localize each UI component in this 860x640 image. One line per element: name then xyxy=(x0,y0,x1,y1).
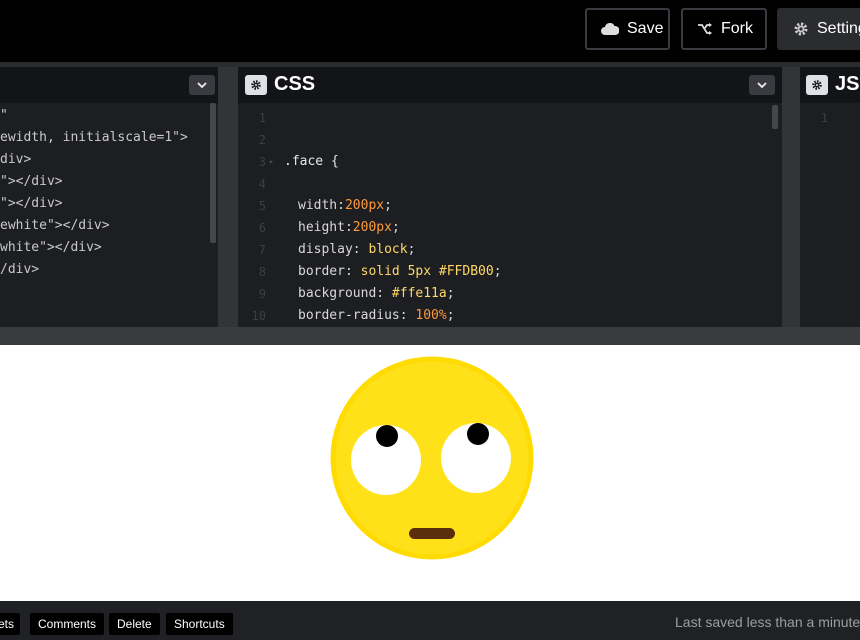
css-editor-dropdown[interactable] xyxy=(749,75,775,95)
line-number: 3 xyxy=(258,155,266,169)
line-number: 1 xyxy=(820,111,828,125)
css-property: background: xyxy=(298,286,392,301)
css-property: border: xyxy=(298,264,361,279)
css-editor-header: CSS xyxy=(238,67,782,103)
js-code-area[interactable]: 1 xyxy=(800,103,860,327)
top-toolbar: Save Fork Settings xyxy=(0,0,860,62)
preview-resize-bar[interactable] xyxy=(0,327,860,345)
gear-icon xyxy=(793,21,809,37)
code-text: .face { xyxy=(284,151,339,173)
code-text: /div> xyxy=(0,262,40,277)
css-semicolon: ; xyxy=(407,242,416,257)
right-pupil xyxy=(467,423,489,445)
gear-icon xyxy=(812,80,822,90)
fold-arrow-icon[interactable]: ▸ xyxy=(269,151,274,173)
chevron-down-icon xyxy=(197,82,207,88)
css-code-area[interactable]: 1 2 3 .face {▸ 4 5 width:200px; 6 height:200px; 7… xyxy=(238,103,782,327)
line-number: 4 xyxy=(258,177,266,191)
shortcuts-button[interactable]: Shortcuts xyxy=(166,613,233,635)
line-number: 9 xyxy=(258,287,266,301)
chevron-down-icon xyxy=(757,82,767,88)
line-number: 7 xyxy=(258,243,266,257)
js-settings-button[interactable] xyxy=(806,75,828,95)
html-editor-dropdown[interactable] xyxy=(189,75,215,95)
css-editor-panel[interactable]: CSS 1 2 3 .face {▸ 4 5 width:200px; 6 height:200… xyxy=(238,67,782,327)
code-text: " xyxy=(0,108,8,123)
html-editor-scrollbar[interactable] xyxy=(210,103,216,243)
fork-icon xyxy=(697,22,713,36)
css-value: 100% xyxy=(415,308,447,323)
css-value: 200px xyxy=(352,220,392,235)
code-text: display: block; xyxy=(298,239,415,261)
css-editor-title: CSS xyxy=(274,73,316,95)
code-text: border: solid 5px #FFDB00; xyxy=(298,261,502,283)
settings-button[interactable]: Settings xyxy=(777,8,860,50)
delete-button[interactable]: Delete xyxy=(109,613,160,635)
editor-resize-handle[interactable] xyxy=(218,67,238,327)
last-saved-status: Last saved less than a minute xyxy=(675,614,860,630)
code-text: width:200px; xyxy=(298,195,392,217)
code-text: height:200px; xyxy=(298,217,400,239)
bottom-bar: ets Comments Delete Shortcuts Last saved… xyxy=(0,601,860,640)
js-editor-panel[interactable]: JS 1 xyxy=(800,67,860,327)
css-value: #ffe11a xyxy=(391,286,447,301)
editor-resize-handle[interactable] xyxy=(782,67,800,327)
css-value: 200px xyxy=(344,198,385,213)
code-text: background: #ffe11a; xyxy=(298,283,455,305)
js-editor-title: JS xyxy=(835,73,860,95)
code-text: div> xyxy=(0,152,32,167)
css-semicolon: ; xyxy=(446,286,455,301)
html-editor-header xyxy=(0,67,218,103)
css-semicolon: ; xyxy=(493,264,502,279)
line-number: 1 xyxy=(258,111,266,125)
css-semicolon: ; xyxy=(384,198,392,213)
css-semicolon: ; xyxy=(446,308,455,323)
line-number: 8 xyxy=(258,265,266,279)
css-property: border-radius: xyxy=(298,308,416,323)
left-pupil xyxy=(376,425,398,447)
result-preview xyxy=(0,345,860,601)
cloud-icon xyxy=(601,23,619,35)
code-text: "></div> xyxy=(0,196,63,211)
code-text: "></div> xyxy=(0,174,63,189)
assets-button[interactable]: ets xyxy=(0,613,20,635)
settings-label: Settings xyxy=(817,20,860,37)
code-text: white"></div> xyxy=(0,240,102,255)
css-property: height: xyxy=(298,220,353,235)
css-editor-scrollbar[interactable] xyxy=(772,105,778,129)
code-text: ewhite"></div> xyxy=(0,218,110,233)
fork-label: Fork xyxy=(721,20,753,37)
css-semicolon: ; xyxy=(391,220,400,235)
line-number: 10 xyxy=(251,309,266,323)
css-value: solid 5px #FFDB00 xyxy=(360,264,494,279)
css-property: display: xyxy=(298,242,369,257)
comments-button[interactable]: Comments xyxy=(30,613,105,635)
mouth xyxy=(409,528,455,539)
fork-button[interactable]: Fork xyxy=(681,8,767,50)
code-text: ewidth, initialscale=1"> xyxy=(0,130,188,145)
save-button[interactable]: Save xyxy=(585,8,670,50)
js-editor-header: JS xyxy=(800,67,860,103)
html-editor-panel[interactable]: " ewidth, initialscale=1"> div> "></div> "><… xyxy=(0,67,218,327)
line-number: 6 xyxy=(258,221,266,235)
save-label: Save xyxy=(627,20,664,37)
line-number: 2 xyxy=(258,133,266,147)
line-number: 5 xyxy=(258,199,266,213)
code-text: border-radius: 100%; xyxy=(298,305,455,327)
css-property: width: xyxy=(298,198,345,213)
emoji-face xyxy=(330,356,534,560)
html-code-area[interactable]: " ewidth, initialscale=1"> div> "></div> "><… xyxy=(0,103,218,327)
css-settings-button[interactable] xyxy=(245,75,267,95)
css-selector: .face { xyxy=(284,154,339,169)
gear-icon xyxy=(251,80,261,90)
css-value: block xyxy=(368,242,408,257)
